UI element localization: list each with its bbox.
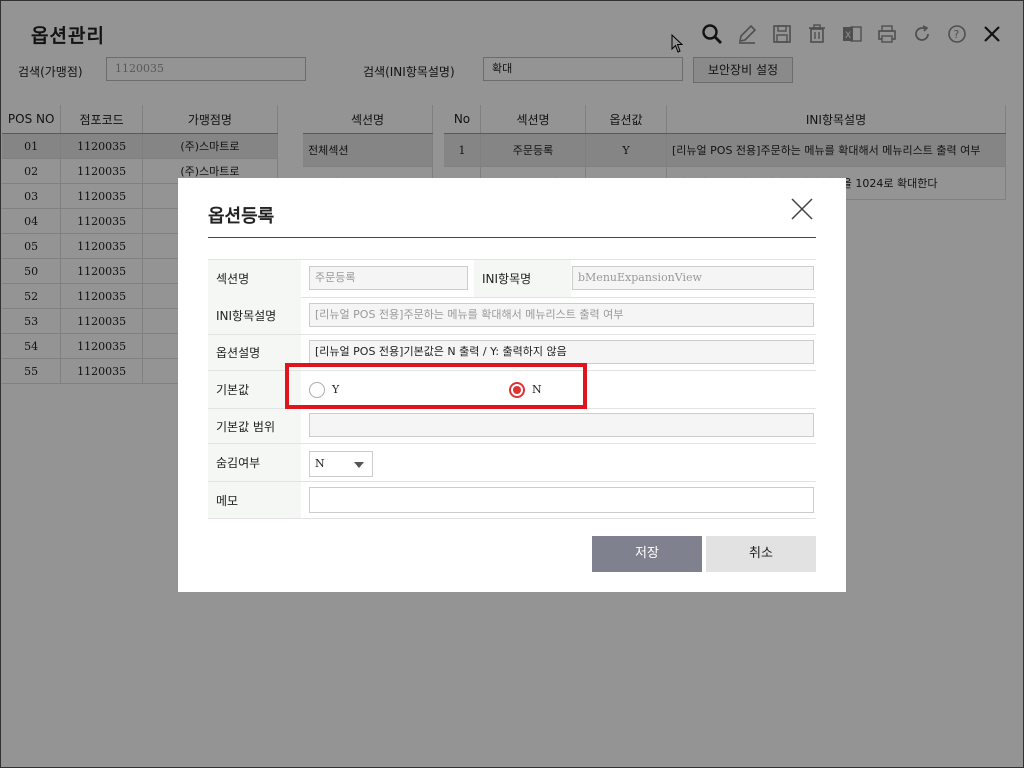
ini-desc-row: INI항목설명 [리뉴얼 POS 전용]주문하는 메뉴를 확대해서 메뉴리스트 …	[208, 297, 816, 335]
save-button[interactable]: 저장	[592, 536, 702, 572]
ini-desc-label: INI항목설명	[208, 297, 301, 334]
close-icon[interactable]	[790, 197, 814, 221]
ini-desc-field: [리뉴얼 POS 전용]주문하는 메뉴를 확대해서 메뉴리스트 출력 여부	[309, 303, 814, 327]
chevron-down-icon	[354, 462, 364, 468]
ini-name-label: INI항목명	[474, 260, 571, 297]
memo-label: 메모	[208, 482, 301, 518]
hidden-select[interactable]: N	[309, 451, 373, 477]
memo-row: 메모	[208, 482, 816, 519]
default-range-field	[309, 413, 814, 437]
section-field: 주문등록	[309, 266, 468, 290]
dialog-divider	[208, 237, 816, 238]
highlight-box	[285, 363, 587, 409]
cancel-button[interactable]: 취소	[706, 536, 816, 572]
section-label: 섹션명	[208, 260, 301, 297]
section-row: 섹션명 주문등록 INI항목명 bMenuExpansionView	[208, 259, 816, 298]
option-register-dialog: 옵션등록 섹션명 주문등록 INI항목명 bMenuExpansionView …	[178, 178, 846, 592]
default-range-label: 기본값 범위	[208, 409, 301, 443]
hidden-select-value: N	[315, 457, 325, 470]
memo-input[interactable]	[309, 487, 814, 513]
dialog-title: 옵션등록	[208, 206, 275, 227]
option-desc-field[interactable]: [리뉴얼 POS 전용]기본값은 N 출력 / Y: 출력하지 않음	[309, 340, 814, 364]
default-range-row: 기본값 범위	[208, 409, 816, 444]
hidden-row: 숨김여부 N	[208, 444, 816, 482]
ini-name-field: bMenuExpansionView	[572, 266, 814, 290]
hidden-label: 숨김여부	[208, 444, 301, 481]
